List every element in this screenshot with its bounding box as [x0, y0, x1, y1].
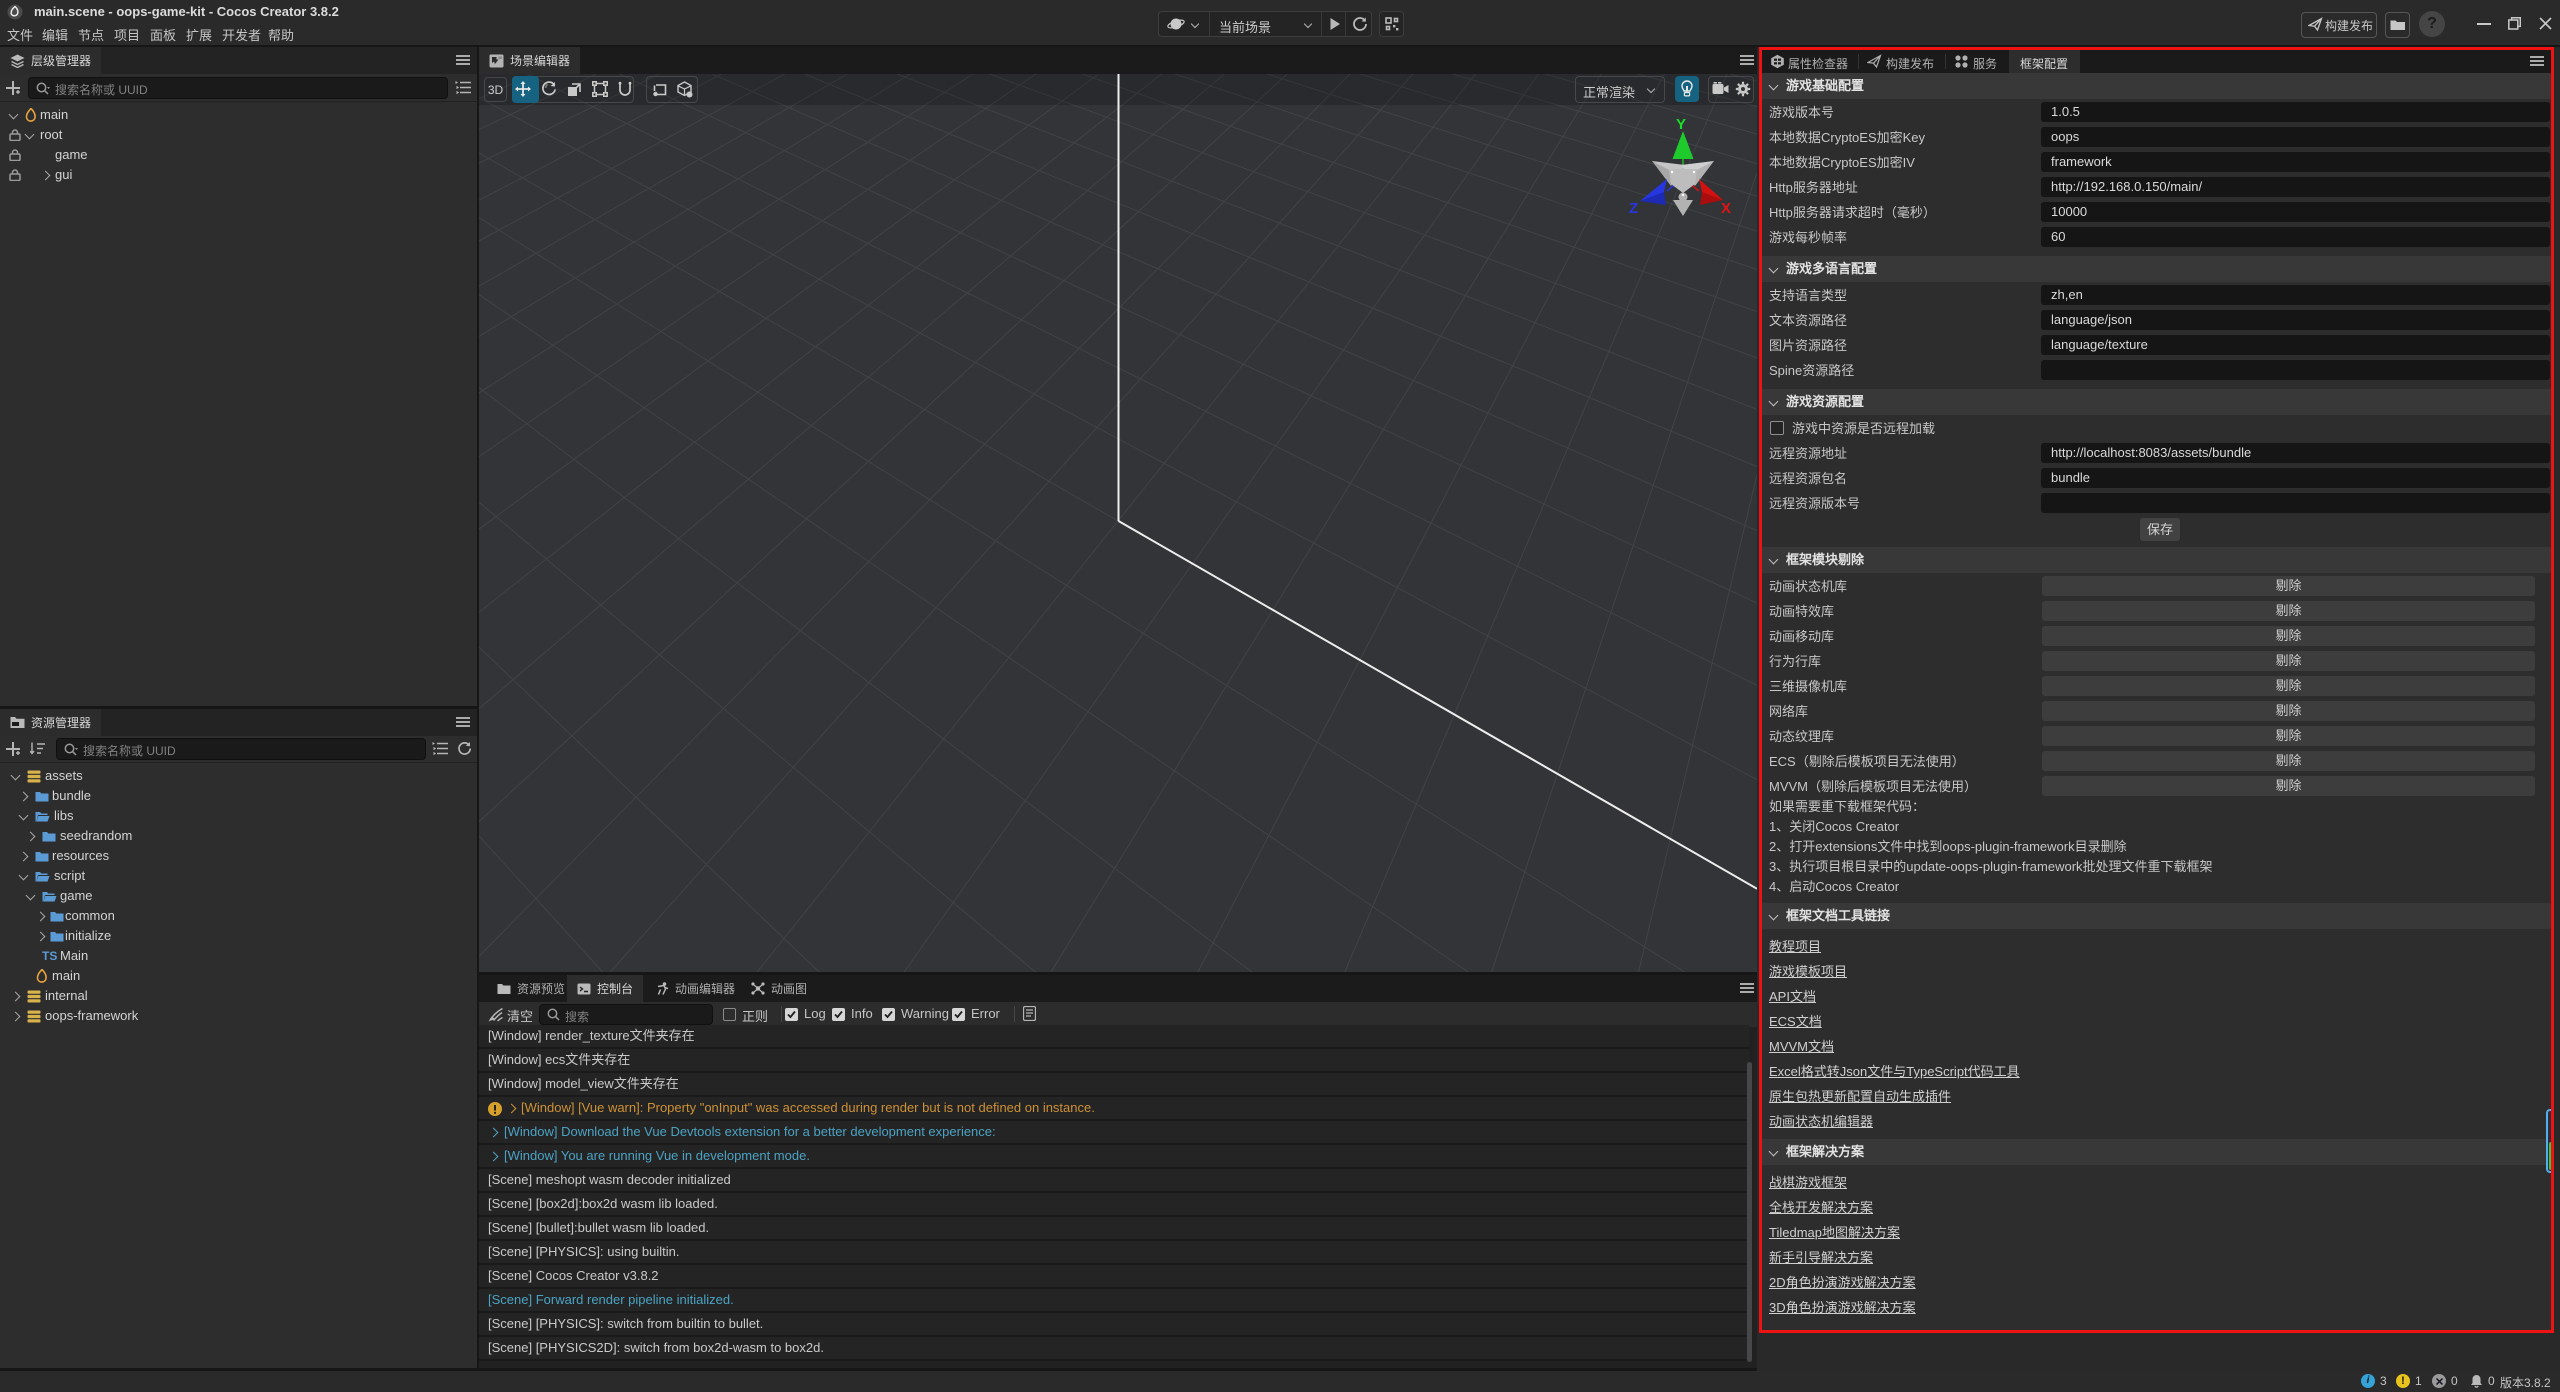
svg-text:Y: Y — [1676, 116, 1686, 133]
svg-text:X: X — [1721, 200, 1731, 217]
svg-text:Z: Z — [1629, 200, 1638, 217]
